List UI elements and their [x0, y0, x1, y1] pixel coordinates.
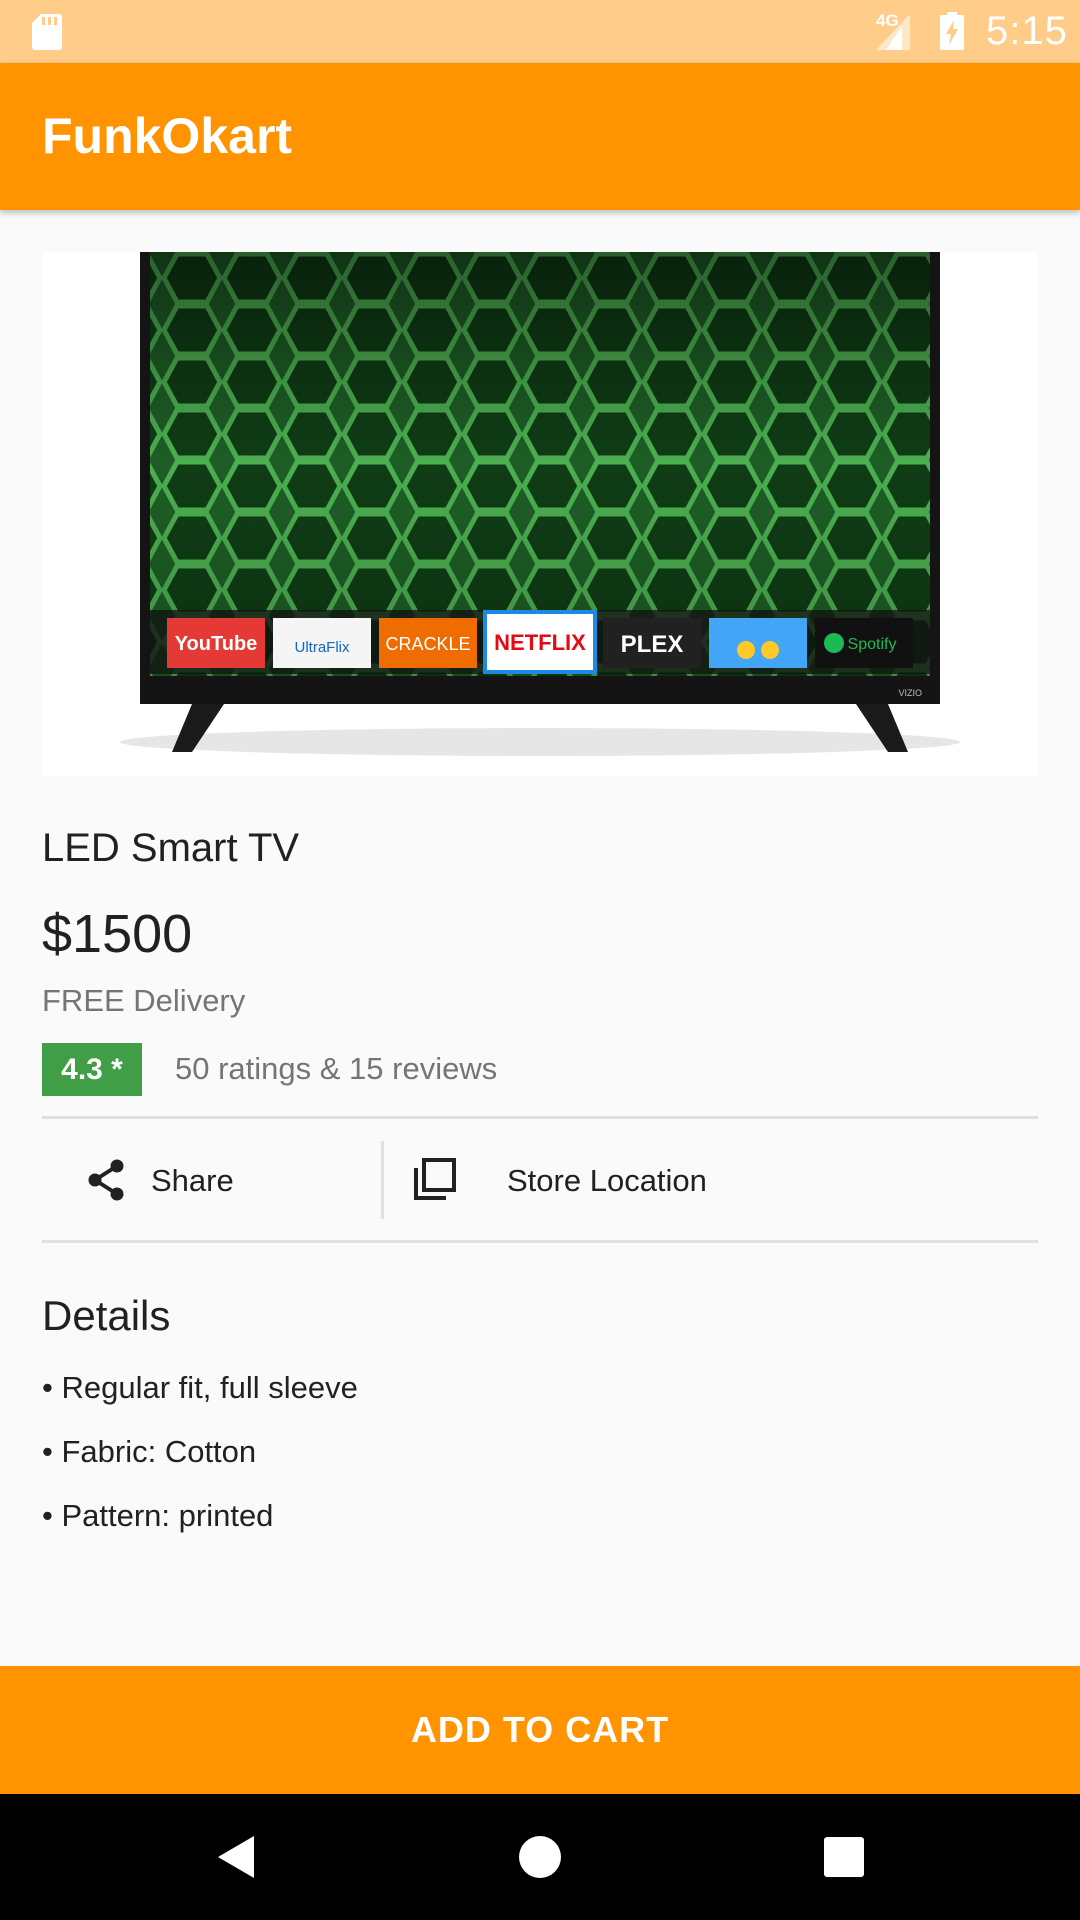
tile-ultraflix: UltraFlix — [295, 639, 350, 656]
tile-crackle: CRACKLE — [385, 634, 470, 654]
app-bar: FunkOkart — [0, 63, 1080, 210]
led-smart-tv-image: YouTube UltraFlix CRACKLE NETFLIX PLEX S… — [120, 252, 960, 756]
share-icon — [88, 1159, 124, 1201]
network-type-label: 4G — [876, 11, 899, 30]
detail-item: • Fabric: Cotton — [42, 1434, 257, 1469]
tile-youtube: YouTube — [175, 633, 258, 655]
product-price: $1500 — [42, 904, 193, 964]
recents-icon[interactable] — [824, 1837, 864, 1877]
divider — [42, 1240, 1038, 1243]
product-image[interactable]: YouTube UltraFlix CRACKLE NETFLIX PLEX S… — [42, 252, 1038, 776]
tile-netflix: NETFLIX — [494, 630, 586, 655]
share-label: Share — [151, 1163, 234, 1198]
tile-spotify: Spotify — [848, 636, 897, 653]
status-bar: 4G 5:15 — [0, 0, 1080, 63]
battery-charging-icon — [940, 12, 964, 50]
app-title: FunkOkart — [42, 108, 293, 164]
home-icon[interactable] — [519, 1836, 561, 1878]
system-nav-bar — [0, 1794, 1080, 1920]
store-location-label: Store Location — [507, 1163, 707, 1198]
delivery-info: FREE Delivery — [42, 983, 246, 1018]
rating-summary[interactable]: 50 ratings & 15 reviews — [175, 1051, 497, 1087]
detail-item: • Pattern: printed — [42, 1498, 274, 1533]
tv-brand-label: VIZIO — [898, 688, 922, 698]
details-heading: Details — [42, 1292, 171, 1339]
share-button[interactable]: Share — [42, 1120, 381, 1240]
product-name: LED Smart TV — [42, 826, 300, 870]
tile-plex: PLEX — [621, 631, 684, 658]
copy-icon — [414, 1158, 456, 1200]
detail-item: • Regular fit, full sleeve — [42, 1370, 358, 1405]
store-location-button[interactable]: Store Location — [384, 1120, 1038, 1240]
product-detail-screen: 4G 5:15 FunkOkart YouTube UltraFlix CRAC… — [0, 0, 1080, 1920]
divider — [42, 1116, 1038, 1119]
sd-card-icon — [32, 14, 62, 50]
add-to-cart-button[interactable]: ADD TO CART — [0, 1666, 1080, 1794]
status-clock: 5:15 — [986, 9, 1068, 53]
rating-badge: 4.3 * — [42, 1043, 142, 1096]
back-icon[interactable] — [216, 1834, 256, 1880]
